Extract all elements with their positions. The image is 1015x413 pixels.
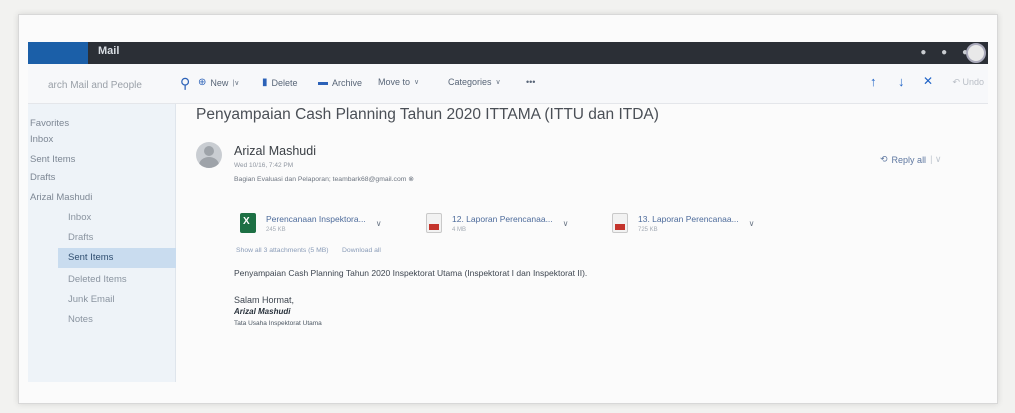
move-to-label: Move to — [378, 77, 411, 87]
sender-avatar — [196, 142, 222, 168]
signature-name: Arizal Mashudi — [234, 307, 291, 316]
delete-label: Delete — [271, 77, 298, 88]
attachment-card[interactable]: 13. Laporan Perencanaa... 725 KB ∨ — [612, 207, 782, 239]
search-icon[interactable]: ⚲ — [180, 75, 196, 93]
reply-all-label: Reply all — [891, 154, 927, 165]
show-all-attachments-link[interactable]: Show all 3 attachments (5 MB) — [236, 247, 329, 254]
chevron-down-icon[interactable]: ∨ — [563, 219, 569, 228]
folder-sidebar: Favorites Inbox Sent Items Drafts Arizal… — [28, 104, 176, 382]
favorites-item-inbox[interactable]: Inbox — [30, 134, 53, 145]
account-avatar[interactable] — [966, 43, 986, 63]
attachment-card[interactable]: Perencanaan Inspektora... 245 KB ∨ — [240, 207, 410, 239]
more-label: ••• — [526, 77, 536, 87]
toolbar: ⚲ ⊕ New |∨ ▮ Delete ▬ Archive Move to ∨ … — [28, 64, 988, 104]
undo-icon: ↶ — [952, 77, 963, 87]
move-to-button[interactable]: Move to ∨ — [378, 77, 419, 87]
more-button[interactable]: ••• — [526, 77, 535, 87]
signature-department: Tata Usaha Inspektorat Utama — [234, 320, 322, 327]
close-icon[interactable]: ✕ — [923, 74, 933, 88]
attachment-size: 4 MB — [452, 226, 467, 233]
excel-file-icon — [240, 213, 256, 233]
chevron-down-icon: ∨ — [495, 79, 501, 86]
sent-timestamp: Wed 10/16, 7:42 PM — [234, 162, 294, 169]
folder-deleted-items[interactable]: Deleted Items — [68, 274, 127, 285]
archive-icon: ▬ — [318, 77, 328, 88]
download-all-link[interactable]: Download all — [342, 247, 381, 254]
trash-icon: ▮ — [262, 77, 268, 88]
pdf-file-icon — [612, 213, 628, 233]
archive-button[interactable]: ▬ Archive — [318, 77, 362, 88]
folder-notes[interactable]: Notes — [68, 314, 93, 325]
account-header[interactable]: Arizal Mashudi — [30, 192, 92, 203]
app-title: Mail — [98, 45, 120, 57]
attachment-name: 13. Laporan Perencanaa... — [638, 213, 739, 224]
folder-drafts[interactable]: Drafts — [68, 232, 93, 243]
sender-name[interactable]: Arizal Mashudi — [234, 144, 316, 158]
archive-label: Archive — [332, 77, 363, 88]
recipients-line[interactable]: Bagian Evaluasi dan Pelaporan; teambark6… — [234, 175, 414, 183]
categories-label: Categories — [448, 77, 492, 87]
arrow-down-icon[interactable]: ↓ — [898, 74, 905, 89]
new-label: New — [210, 77, 229, 88]
reply-options-chevron[interactable]: | ∨ — [930, 154, 941, 165]
undo-button[interactable]: ↶ Undo — [952, 77, 984, 88]
folder-sent-items[interactable]: Sent Items — [58, 248, 176, 268]
folder-junk-email[interactable]: Junk Email — [68, 294, 114, 305]
message-body: Penyampaian Cash Planning Tahun 2020 Ins… — [234, 268, 588, 278]
undo-label: Undo — [962, 77, 984, 87]
chevron-down-icon: ∨ — [414, 79, 420, 86]
message-greeting: Salam Hormat, — [234, 295, 295, 305]
pdf-file-icon — [426, 213, 442, 233]
app-launcher[interactable] — [28, 42, 88, 64]
categories-button[interactable]: Categories ∨ — [448, 77, 501, 87]
reply-all-button[interactable]: ⟲ Reply all | ∨ — [880, 154, 942, 165]
message-subject: Penyampaian Cash Planning Tahun 2020 ITT… — [196, 106, 659, 123]
favorites-item-drafts[interactable]: Drafts — [30, 172, 55, 183]
new-button[interactable]: ⊕ New |∨ — [198, 77, 239, 88]
search-input[interactable] — [28, 73, 180, 97]
attachment-size: 245 KB — [266, 226, 286, 233]
plus-icon: ⊕ — [198, 77, 207, 88]
reply-all-icon: ⟲ — [880, 154, 888, 164]
favorites-header[interactable]: Favorites — [30, 118, 69, 129]
favorites-item-sent-items[interactable]: Sent Items — [30, 154, 75, 165]
attachment-size: 725 KB — [638, 226, 658, 233]
attachment-name: Perencanaan Inspektora... — [266, 213, 366, 224]
chevron-down-icon: |∨ — [232, 79, 240, 87]
folder-inbox[interactable]: Inbox — [68, 212, 91, 223]
chevron-down-icon[interactable]: ∨ — [376, 219, 382, 228]
app-header: Mail ● ● ● — [28, 42, 988, 64]
attachment-name: 12. Laporan Perencanaa... — [452, 213, 553, 224]
delete-button[interactable]: ▮ Delete — [262, 77, 298, 88]
chevron-down-icon[interactable]: ∨ — [749, 219, 755, 228]
attachment-card[interactable]: 12. Laporan Perencanaa... 4 MB ∨ — [426, 207, 596, 239]
arrow-up-icon[interactable]: ↑ — [870, 74, 877, 89]
